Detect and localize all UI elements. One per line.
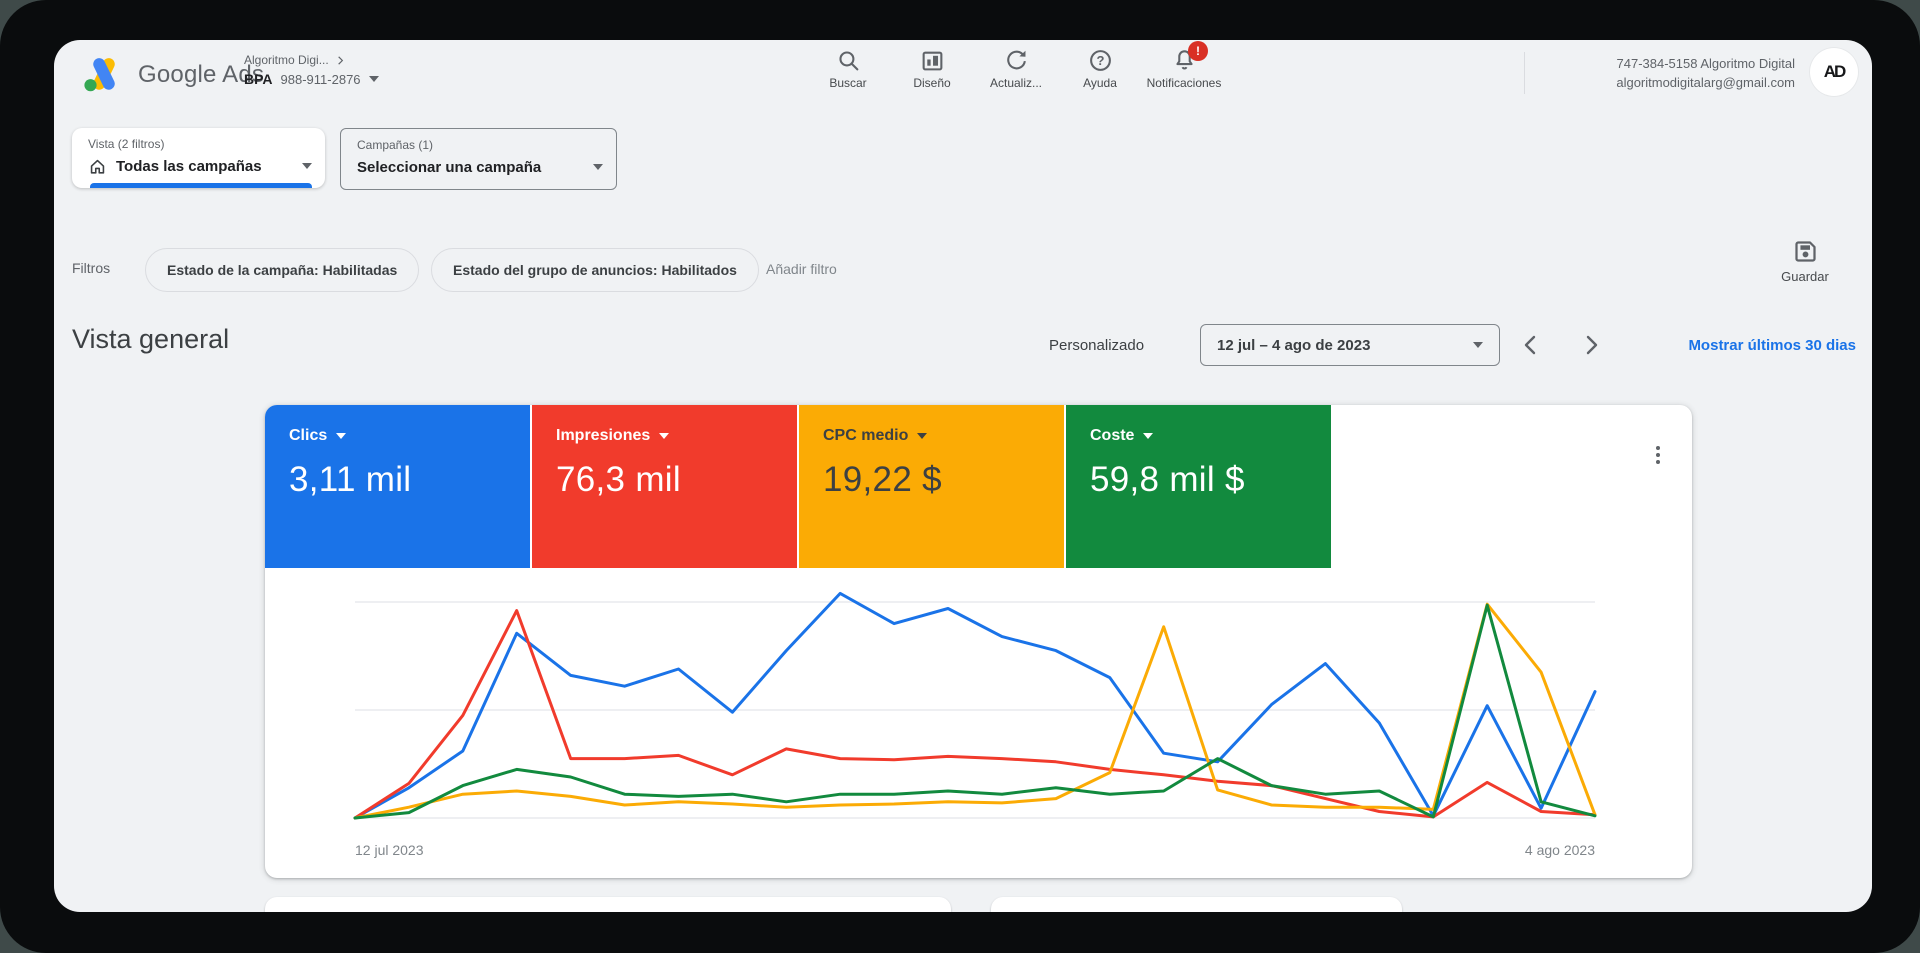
- chevron-down-icon: [302, 163, 312, 169]
- date-mode-label: Personalizado: [1049, 337, 1144, 354]
- chevron-right-icon: [335, 55, 346, 66]
- save-icon: [1792, 238, 1819, 265]
- next-row-card-right: [991, 897, 1402, 912]
- view-selector-value: Todas las campañas: [116, 158, 262, 175]
- metric-value: 19,22 $: [823, 460, 942, 500]
- metric-value: 76,3 mil: [556, 460, 681, 500]
- metric-tile-clics[interactable]: Clics 3,11 mil: [265, 405, 530, 568]
- account-info: 747-384-5158 Algoritmo Digital algoritmo…: [1537, 54, 1795, 92]
- overview-chart: [355, 585, 1595, 835]
- metric-tile-impresiones[interactable]: Impresiones 76,3 mil: [532, 405, 797, 568]
- notification-badge: !: [1188, 41, 1208, 61]
- header-divider: [1524, 52, 1525, 94]
- active-tab-indicator: [90, 183, 312, 188]
- next-period-button[interactable]: [1576, 330, 1606, 360]
- account-email: algoritmodigitalarg@gmail.com: [1537, 73, 1795, 92]
- design-button[interactable]: Diseño: [890, 48, 974, 90]
- google-ads-logo[interactable]: Google Ads: [82, 56, 264, 93]
- previous-period-button[interactable]: [1516, 330, 1546, 360]
- chevron-left-icon: [1519, 333, 1543, 357]
- campaign-selector-value: Seleccionar una campaña: [357, 159, 541, 176]
- svg-text:?: ?: [1096, 53, 1104, 68]
- x-axis-end-label: 4 ago 2023: [1395, 842, 1595, 858]
- chevron-down-icon: [1143, 433, 1153, 439]
- metric-value: 3,11 mil: [289, 460, 411, 500]
- refresh-icon: [1004, 48, 1029, 73]
- show-last-30-days-link[interactable]: Mostrar últimos 30 dias: [1604, 337, 1856, 354]
- metric-tile-cpc-medio[interactable]: CPC medio 19,22 $: [799, 405, 1064, 568]
- filter-chip-campaign-status[interactable]: Estado de la campaña: Habilitadas: [145, 248, 419, 292]
- account-id: 988-911-2876: [281, 72, 361, 87]
- x-axis-start-label: 12 jul 2023: [355, 842, 424, 858]
- card-menu-button[interactable]: [1649, 442, 1667, 468]
- metric-value: 59,8 mil $: [1090, 460, 1245, 500]
- google-ads-logo-icon: [82, 56, 126, 93]
- search-button[interactable]: Buscar: [806, 48, 890, 90]
- next-row-card-left: [265, 897, 951, 912]
- kebab-menu-icon: [1656, 446, 1660, 450]
- campaign-selector[interactable]: Campañas (1) Seleccionar una campaña: [340, 128, 617, 190]
- add-filter-button[interactable]: Añadir filtro: [766, 261, 837, 277]
- view-selector[interactable]: Vista (2 filtros) Todas las campañas: [72, 128, 325, 188]
- account-name: BPA: [244, 71, 273, 87]
- chevron-right-icon: [1579, 333, 1603, 357]
- device-frame: Google Ads Algoritmo Digi... BPA 988-911…: [0, 0, 1920, 953]
- chevron-down-icon: [336, 433, 346, 439]
- overview-card: Clics 3,11 mil Impresiones 76,3 mil CPC …: [265, 405, 1692, 878]
- refresh-button[interactable]: Actualiz...: [974, 48, 1058, 90]
- campaign-selector-label: Campañas (1): [357, 138, 433, 152]
- help-button[interactable]: ? Ayuda: [1058, 48, 1142, 90]
- view-selector-label: Vista (2 filtros): [88, 137, 164, 151]
- toolbar: Buscar Diseño Actualiz... ? Ayuda: [806, 48, 1226, 90]
- chevron-down-icon: [593, 164, 603, 170]
- account-phone-name: 747-384-5158 Algoritmo Digital: [1537, 54, 1795, 73]
- chevron-down-icon: [917, 433, 927, 439]
- account-switcher[interactable]: Algoritmo Digi... BPA 988-911-2876: [244, 53, 379, 87]
- filters-label: Filtros: [72, 260, 110, 276]
- date-range-value: 12 jul – 4 ago de 2023: [1217, 337, 1370, 354]
- help-icon: ?: [1088, 48, 1113, 73]
- search-icon: [836, 48, 861, 73]
- chevron-down-icon: [659, 433, 669, 439]
- chevron-down-icon: [1473, 342, 1483, 348]
- filter-chip-adgroup-status[interactable]: Estado del grupo de anuncios: Habilitado…: [431, 248, 759, 292]
- app-window: Google Ads Algoritmo Digi... BPA 988-911…: [54, 40, 1872, 912]
- notifications-button[interactable]: ! Notificaciones: [1142, 48, 1226, 90]
- home-icon: [88, 157, 107, 176]
- chevron-down-icon: [369, 76, 379, 82]
- metric-tile-coste[interactable]: Coste 59,8 mil $: [1066, 405, 1331, 568]
- account-breadcrumb: Algoritmo Digi...: [244, 53, 329, 67]
- page-title: Vista general: [72, 324, 229, 355]
- save-button[interactable]: Guardar: [1766, 238, 1844, 284]
- avatar[interactable]: AD: [1810, 48, 1858, 96]
- report-chart-icon: [920, 48, 945, 73]
- date-range-dropdown[interactable]: 12 jul – 4 ago de 2023: [1200, 324, 1500, 366]
